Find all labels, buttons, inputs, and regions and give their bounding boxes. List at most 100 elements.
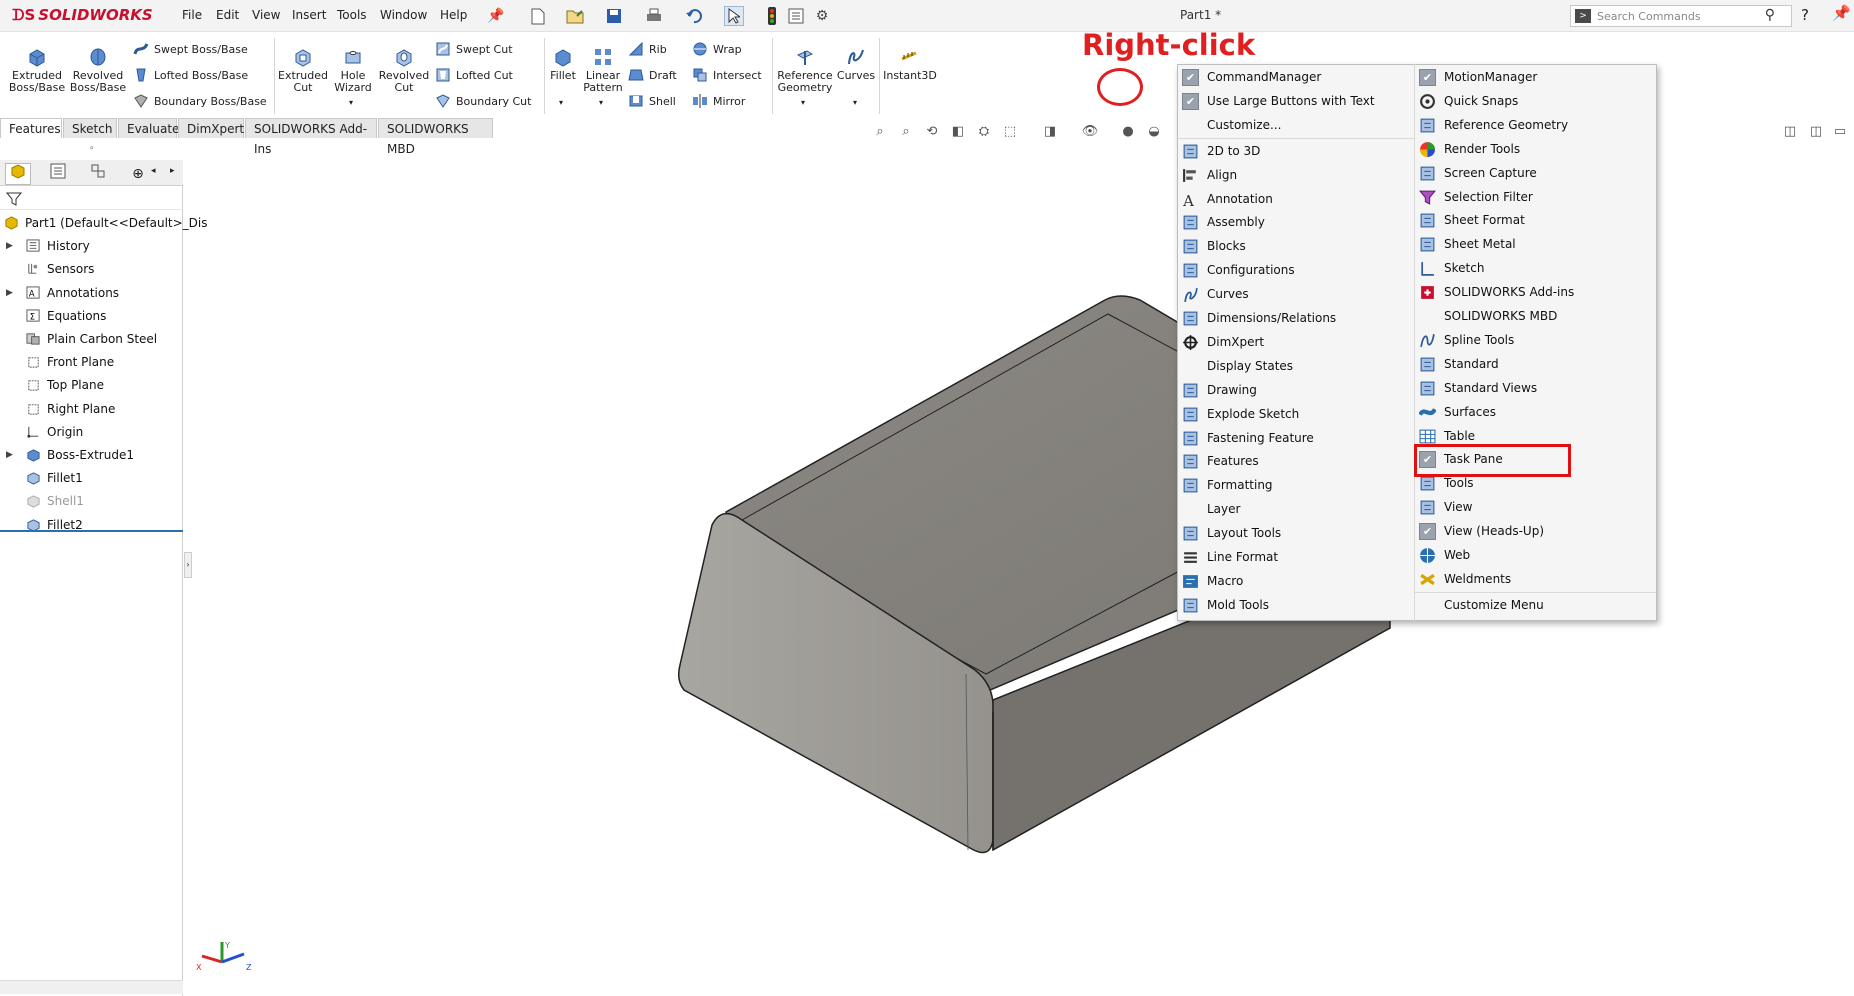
- menu-item-view-heads-up[interactable]: ✔ View (Heads-Up): [1415, 519, 1651, 543]
- annotation-icon: A: [1182, 191, 1194, 207]
- weldments-icon: [1420, 573, 1435, 585]
- screen-capture-icon: [1420, 166, 1435, 180]
- menu-item-layer[interactable]: Layer: [1178, 497, 1414, 521]
- menu-item-configurations[interactable]: Configurations: [1178, 258, 1414, 282]
- menu-item-motionmanager[interactable]: ✔ MotionManager: [1415, 65, 1651, 89]
- menu-item-label: Curves: [1207, 287, 1249, 302]
- menu-item-label: Mold Tools: [1207, 597, 1270, 612]
- menu-item-label: Formatting: [1207, 478, 1273, 493]
- layout-tools-icon: [1183, 526, 1198, 541]
- menu-item-formatting[interactable]: Formatting: [1178, 473, 1414, 497]
- menu-item-label: Layout Tools: [1207, 526, 1282, 541]
- menu-item-standard-views[interactable]: Standard Views: [1415, 376, 1651, 400]
- menu-item-view[interactable]: View: [1415, 495, 1651, 519]
- menu-item-customize[interactable]: Customize...: [1178, 113, 1414, 137]
- right-click-location-marker: [1097, 68, 1143, 106]
- dimensions-icon: [1183, 311, 1198, 326]
- menu-item-label: Customize...: [1207, 117, 1282, 132]
- menu-item-label: View: [1444, 500, 1473, 515]
- menu-item-label: 2D to 3D: [1207, 143, 1261, 158]
- menu-item-render-tools[interactable]: Render Tools: [1415, 137, 1651, 161]
- checkmark-icon: ✔: [1419, 523, 1436, 541]
- menu-item-features[interactable]: Features: [1178, 449, 1414, 473]
- menu-item-label: Customize Menu: [1444, 597, 1544, 612]
- menu-item-sketch[interactable]: Sketch: [1415, 256, 1651, 280]
- menu-item-label: Dimensions/Relations: [1207, 311, 1337, 325]
- menu-item-spline-tools[interactable]: Spline Tools: [1415, 328, 1651, 352]
- task-pane-highlight-box: [1414, 444, 1571, 477]
- menu-item-label: Drawing: [1207, 382, 1257, 397]
- menu-item-sheet-metal[interactable]: Sheet Metal: [1415, 232, 1651, 256]
- menu-item-surfaces[interactable]: Surfaces: [1415, 400, 1651, 424]
- blocks-icon: [1183, 239, 1198, 254]
- menu-item-blocks[interactable]: Blocks: [1178, 234, 1414, 258]
- menu-item-2d-to-3d[interactable]: 2D to 3D: [1178, 139, 1414, 163]
- checkmark-icon: ✔: [1419, 69, 1436, 86]
- menu-item-label: Line Format: [1207, 550, 1279, 564]
- menu-item-layout-tools[interactable]: Layout Tools: [1178, 521, 1414, 545]
- menu-item-assembly[interactable]: Assembly: [1178, 210, 1414, 234]
- menu-item-label: SOLIDWORKS Add-ins: [1444, 285, 1575, 300]
- menu-item-explode-sketch[interactable]: Explode Sketch: [1178, 402, 1414, 426]
- menu-item-reference-geometry[interactable]: Reference Geometry: [1415, 113, 1651, 137]
- menu-item-sheet-format[interactable]: Sheet Format: [1415, 208, 1651, 232]
- menu-item-annotation[interactable]: A Annotation: [1178, 187, 1414, 211]
- menu-item-selection-filter[interactable]: Selection Filter: [1415, 185, 1651, 209]
- menu-item-quick-snaps[interactable]: Quick Snaps: [1415, 89, 1651, 113]
- quick-snaps-icon: [1420, 93, 1435, 109]
- triad-x-label: X: [196, 963, 202, 972]
- menu-item-label: Weldments: [1444, 571, 1512, 586]
- menu-item-dimensions-relations[interactable]: Dimensions/Relations: [1178, 306, 1414, 330]
- menu-item-screen-capture[interactable]: Screen Capture: [1415, 161, 1651, 185]
- sheet-format-icon: [1420, 213, 1435, 228]
- menu-item-label: Reference Geometry: [1444, 117, 1569, 132]
- menu-item-label: View (Heads-Up): [1444, 524, 1545, 539]
- menu-item-label: DimXpert: [1207, 334, 1265, 349]
- menu-item-macro[interactable]: Macro: [1178, 569, 1414, 593]
- menu-item-label: Sheet Format: [1444, 213, 1525, 228]
- menu-item-label: Standard: [1444, 356, 1499, 371]
- menu-item-label: SOLIDWORKS MBD: [1444, 309, 1558, 323]
- menu-item-label: Render Tools: [1444, 141, 1521, 156]
- 2d-to-3d-icon: [1183, 144, 1198, 159]
- menu-item-commandmanager[interactable]: ✔ CommandManager: [1178, 65, 1414, 89]
- checkmark-icon: ✔: [1182, 92, 1199, 110]
- menu-item-use-large-buttons-with-text[interactable]: ✔ Use Large Buttons with Text: [1178, 89, 1414, 113]
- menu-item-label: CommandManager: [1207, 70, 1322, 84]
- menu-item-weldments[interactable]: Weldments: [1415, 567, 1651, 591]
- menu-item-label: Annotation: [1207, 191, 1273, 206]
- panel-collapse-handle-icon[interactable]: ›: [184, 552, 192, 578]
- explode-sketch-icon: [1183, 407, 1198, 421]
- menu-item-label: Sheet Metal: [1444, 237, 1516, 252]
- menu-item-mold-tools[interactable]: Mold Tools: [1178, 593, 1414, 617]
- menu-item-align[interactable]: Align: [1178, 163, 1414, 187]
- menu-item-label: Features: [1207, 454, 1259, 469]
- assembly-icon: [1183, 215, 1198, 230]
- menu-item-web[interactable]: Web: [1415, 543, 1651, 567]
- menu-item-standard[interactable]: Standard: [1415, 352, 1651, 376]
- align-icon: [1183, 168, 1196, 182]
- line-format-icon: [1184, 552, 1197, 563]
- menu-item-fastening-feature[interactable]: Fastening Feature: [1178, 426, 1414, 450]
- svg-text:A: A: [1182, 191, 1194, 207]
- menu-item-display-states[interactable]: Display States: [1178, 354, 1414, 378]
- macro-icon: [1183, 575, 1198, 588]
- menu-item-label: Layer: [1207, 502, 1241, 517]
- menu-item-drawing[interactable]: Drawing: [1178, 378, 1414, 402]
- menu-item-line-format[interactable]: Line Format: [1178, 545, 1414, 569]
- panel-scrollbar[interactable]: [0, 980, 183, 994]
- menu-item-label: Align: [1207, 167, 1238, 182]
- menu-item-curves[interactable]: Curves: [1178, 282, 1414, 306]
- menu-item-solidworks-add-ins[interactable]: SOLIDWORKS Add-ins: [1415, 280, 1651, 304]
- sheet-metal-icon: [1420, 237, 1435, 252]
- dimxpert-icon: [1183, 334, 1198, 350]
- drawing-icon: [1183, 383, 1198, 398]
- menu-item-label: Surfaces: [1444, 404, 1496, 419]
- menu-item-dimxpert[interactable]: DimXpert: [1178, 330, 1414, 354]
- menu-item-solidworks-mbd[interactable]: SOLIDWORKS MBD: [1415, 304, 1651, 328]
- menu-item-customize-menu[interactable]: Customize Menu: [1415, 593, 1651, 617]
- menu-item-label: Quick Snaps: [1444, 93, 1519, 108]
- menu-item-label: Standard Views: [1444, 380, 1538, 395]
- table-icon: [1419, 429, 1436, 443]
- spline-tools-icon: [1420, 333, 1435, 347]
